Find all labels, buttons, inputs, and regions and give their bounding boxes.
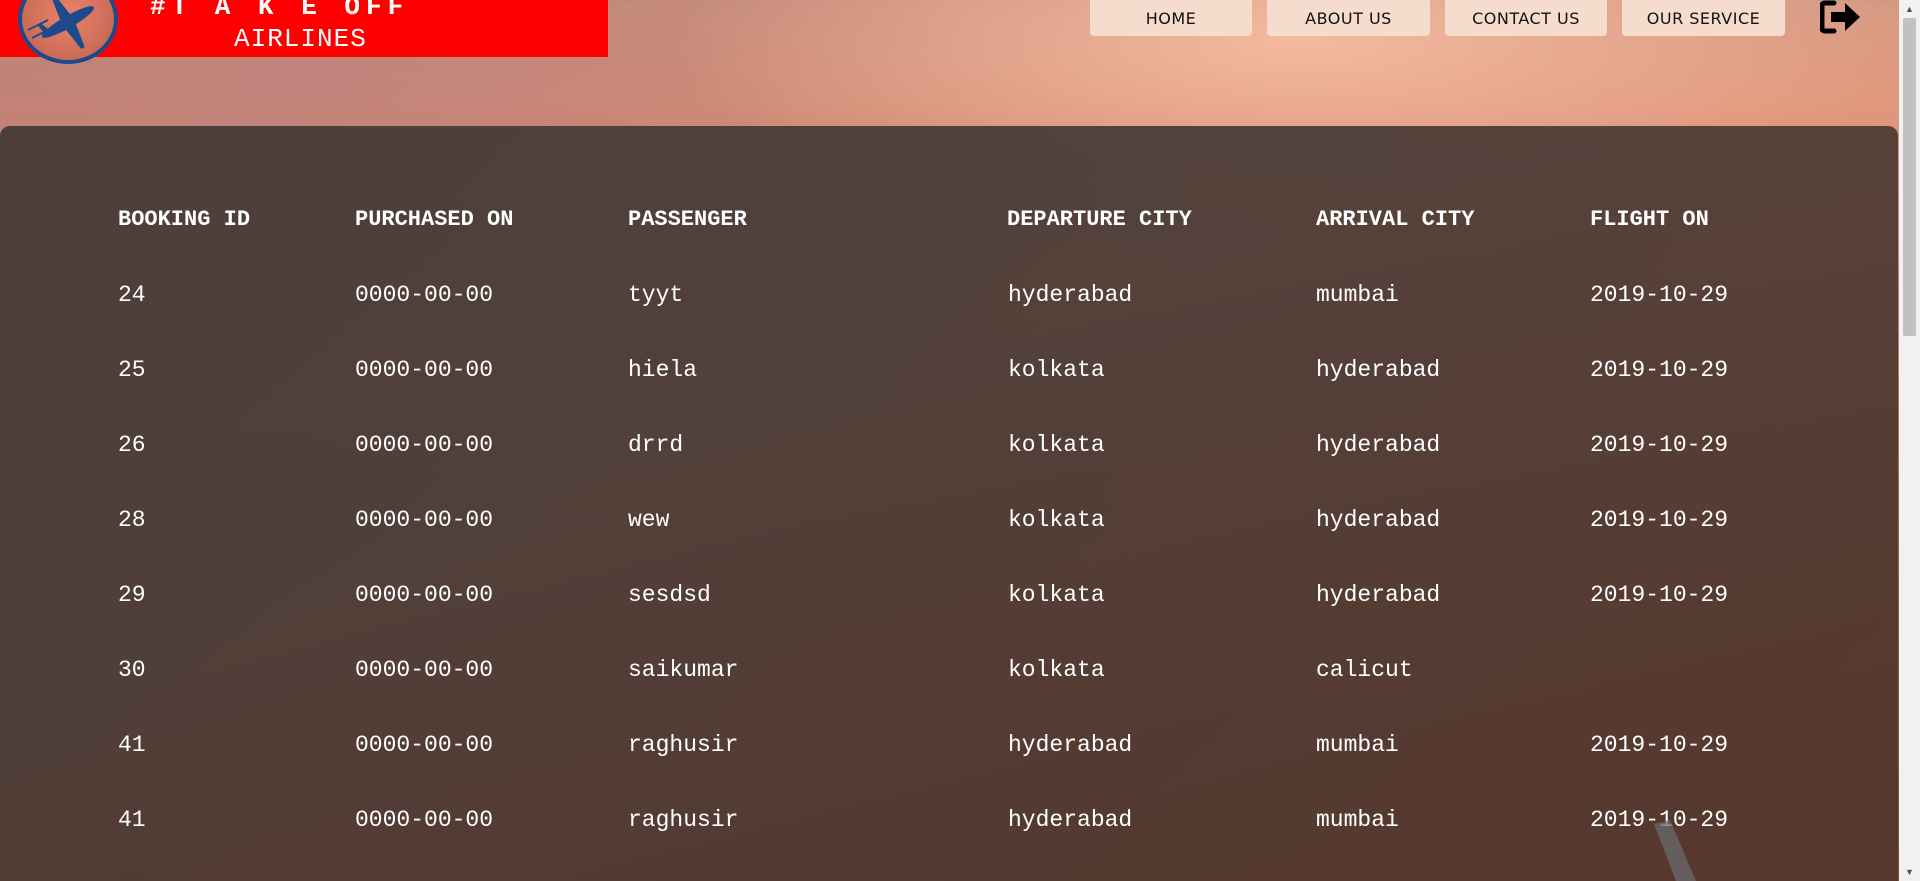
cell-passenger: raghusir — [628, 732, 739, 758]
cell-departure-city: hyderabad — [1008, 282, 1133, 308]
nav-our-service-button[interactable]: OUR SERVICE — [1622, 0, 1785, 36]
cell-purchased-on: 0000-00-00 — [355, 357, 494, 383]
nav-home-button[interactable]: HOME — [1090, 0, 1252, 36]
cell-flight-on: 2019-10-29 — [1590, 282, 1729, 308]
cell-arrival-city: mumbai — [1316, 732, 1399, 758]
cell-flight-on: 2019-10-29 — [1590, 507, 1729, 533]
cell-passenger: saikumar — [628, 657, 739, 683]
cell-departure-city: hyderabad — [1008, 807, 1133, 833]
cell-arrival-city: hyderabad — [1316, 432, 1441, 458]
cell-passenger: sesdsd — [628, 582, 711, 608]
cell-passenger: drrd — [628, 432, 684, 458]
cell-booking-id: 26 — [118, 432, 146, 458]
cell-booking-id: 41 — [118, 732, 146, 758]
cell-arrival-city: mumbai — [1316, 282, 1399, 308]
cell-purchased-on: 0000-00-00 — [355, 657, 494, 683]
cell-departure-city: kolkata — [1008, 507, 1105, 533]
col-header-arrival-city: ARRIVAL CITY — [1316, 207, 1475, 232]
cell-booking-id: 30 — [118, 657, 146, 683]
cell-departure-city: kolkata — [1008, 432, 1105, 458]
col-header-booking-id: BOOKING ID — [118, 207, 251, 232]
cell-purchased-on: 0000-00-00 — [355, 807, 494, 833]
col-header-flight-on: FLIGHT ON — [1590, 207, 1709, 232]
cell-flight-on: 2019-10-29 — [1590, 432, 1729, 458]
nav-about-us-button[interactable]: ABOUT US — [1267, 0, 1430, 36]
cell-booking-id: 24 — [118, 282, 146, 308]
cell-passenger: wew — [628, 507, 670, 533]
cell-arrival-city: hyderabad — [1316, 582, 1441, 608]
cell-purchased-on: 0000-00-00 — [355, 432, 494, 458]
col-header-passenger: PASSENGER — [628, 207, 747, 232]
cell-flight-on: 2019-10-29 — [1590, 582, 1729, 608]
cell-flight-on: 2019-10-29 — [1590, 732, 1729, 758]
cell-passenger: tyyt — [628, 282, 684, 308]
sign-out-icon[interactable] — [1819, 0, 1862, 34]
col-header-departure-city: DEPARTURE CITY — [1007, 207, 1192, 232]
cell-arrival-city: hyderabad — [1316, 357, 1441, 383]
nav-contact-us-button[interactable]: CONTACT US — [1445, 0, 1607, 36]
cell-departure-city: hyderabad — [1008, 732, 1133, 758]
cell-purchased-on: 0000-00-00 — [355, 282, 494, 308]
scroll-down-arrow-icon[interactable]: ▼ — [1903, 865, 1916, 879]
scroll-up-arrow-icon[interactable]: ▲ — [1903, 2, 1916, 16]
logo-title: #T A K E OFF — [150, 0, 410, 22]
cell-purchased-on: 0000-00-00 — [355, 507, 494, 533]
cell-passenger: raghusir — [628, 807, 739, 833]
cell-passenger: hiela — [628, 357, 698, 383]
cell-departure-city: kolkata — [1008, 582, 1105, 608]
cell-flight-on: 2019-10-29 — [1590, 357, 1729, 383]
aircraft-wing-image — [1640, 820, 1720, 881]
logo-subtitle: AIRLINES — [234, 24, 367, 54]
cell-departure-city: kolkata — [1008, 657, 1105, 683]
cell-arrival-city: calicut — [1316, 657, 1413, 683]
cell-purchased-on: 0000-00-00 — [355, 732, 494, 758]
cell-booking-id: 28 — [118, 507, 146, 533]
bookings-panel — [0, 126, 1898, 881]
cell-booking-id: 25 — [118, 357, 146, 383]
cell-purchased-on: 0000-00-00 — [355, 582, 494, 608]
cell-arrival-city: mumbai — [1316, 807, 1399, 833]
cell-departure-city: kolkata — [1008, 357, 1105, 383]
cell-arrival-city: hyderabad — [1316, 507, 1441, 533]
cell-booking-id: 41 — [118, 807, 146, 833]
cell-booking-id: 29 — [118, 582, 146, 608]
scrollbar-thumb[interactable] — [1903, 18, 1916, 336]
col-header-purchased-on: PURCHASED ON — [355, 207, 514, 232]
